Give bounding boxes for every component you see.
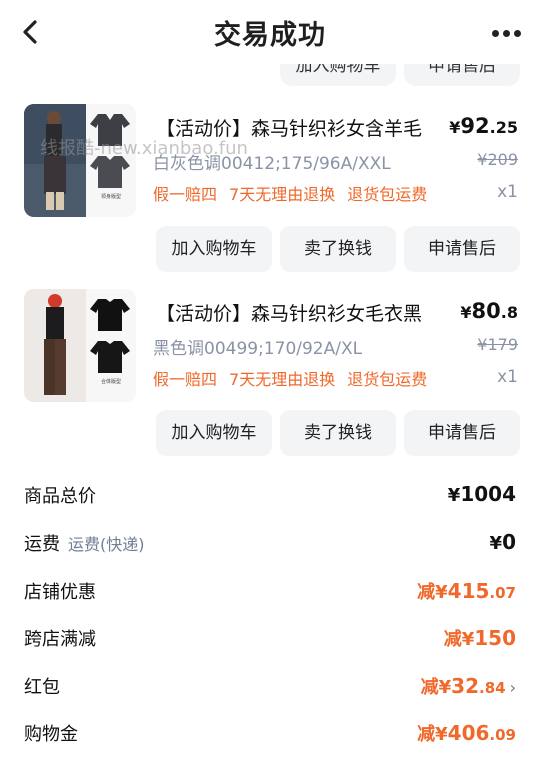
model-photo-icon: [24, 104, 86, 217]
summary-row-red-packet[interactable]: 红包 减¥32.84 ›: [24, 673, 516, 707]
promo-tags: 假一赔四 7天无理由退换 退货包运费: [153, 185, 428, 204]
quantity: x1: [497, 182, 518, 202]
top-bar: 交易成功: [0, 0, 540, 64]
page-title: 交易成功: [214, 20, 326, 51]
summary-row-subtotal: 商品总价 ¥1004: [24, 482, 516, 507]
summary-value: 减¥406.09: [417, 721, 516, 745]
original-price: ¥179: [477, 335, 518, 354]
watermark: 线报酷-new.xianbao.fun: [40, 138, 248, 159]
promo-tags: 假一赔四 7天无理由退换 退货包运费: [153, 370, 428, 389]
summary-row-store-discount: 店铺优惠 减¥415.07: [24, 579, 516, 603]
thumb-tag: 合体版型: [100, 379, 121, 385]
product-spec: 黑色调00499;170/92A/XL: [153, 339, 363, 359]
model-photo-icon: [24, 289, 86, 402]
summary-row-shopping-gold: 购物金 减¥406.09: [24, 721, 516, 745]
summary-value: ¥1004: [447, 482, 516, 506]
summary-value: 减¥415.07: [417, 579, 516, 603]
summary-value: ¥0: [489, 530, 516, 554]
add-to-cart-button[interactable]: 加入购物车: [156, 410, 272, 456]
resell-button[interactable]: 卖了换钱: [280, 410, 396, 456]
summary-value: 减¥32.84 ›: [420, 674, 516, 698]
summary-row-shipping: 运费 运费(快递) ¥0: [24, 530, 516, 555]
product-price: ¥80.8: [460, 299, 518, 323]
product-title[interactable]: 【活动价】森马针织衫女毛衣黑: [156, 299, 422, 326]
summary-row-cross-store: 跨店满减 减¥150: [24, 626, 516, 650]
after-sale-button[interactable]: 申请售后: [404, 410, 520, 456]
product-price: ¥92.25: [449, 114, 518, 138]
original-price: ¥209: [477, 150, 518, 169]
summary-value: 减¥150: [443, 626, 516, 650]
add-to-cart-button[interactable]: 加入购物车: [156, 226, 272, 272]
sweater-icon: [90, 341, 130, 373]
after-sale-button[interactable]: 申请售后: [404, 226, 520, 272]
thumb-tag: 领身版型: [100, 194, 121, 200]
sweater-icon: [90, 299, 130, 331]
chevron-right-icon[interactable]: ›: [510, 678, 516, 697]
quantity: x1: [497, 367, 518, 387]
product-thumbnail[interactable]: 合体版型: [24, 289, 136, 402]
resell-button[interactable]: 卖了换钱: [280, 226, 396, 272]
product-thumbnail[interactable]: 领身版型: [24, 104, 136, 217]
more-dots-icon[interactable]: [490, 22, 524, 46]
